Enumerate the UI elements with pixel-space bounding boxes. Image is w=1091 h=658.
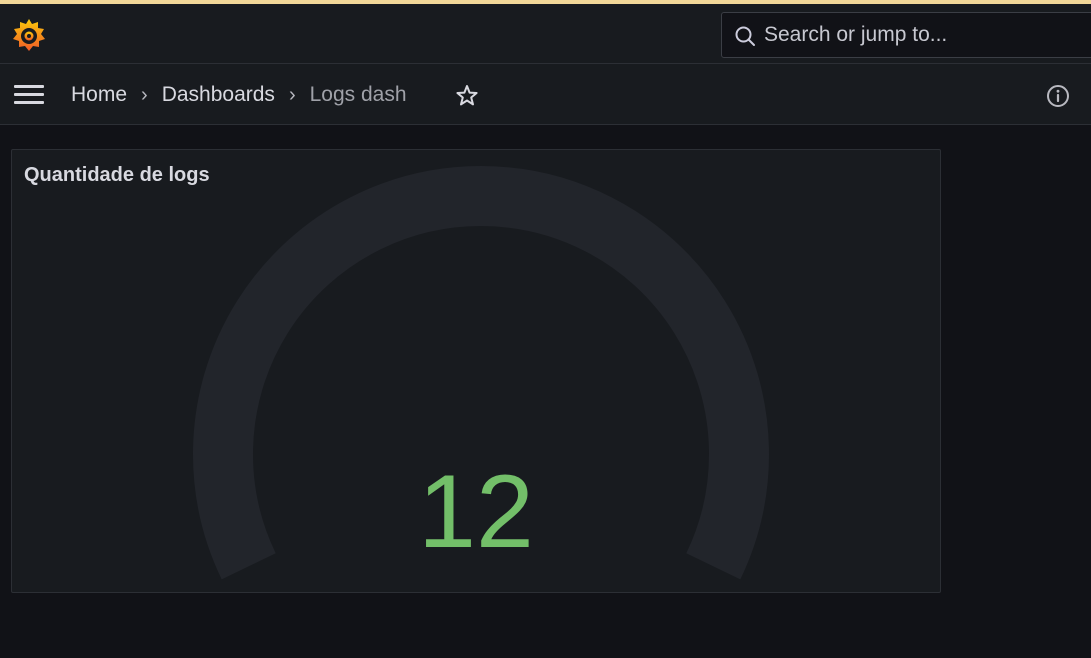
breadcrumb-separator-icon: ›: [288, 83, 296, 106]
star-icon[interactable]: [454, 83, 480, 109]
breadcrumb-current: Logs dash: [309, 83, 407, 106]
hamburger-menu-icon[interactable]: [12, 82, 46, 108]
grafana-logo-icon[interactable]: [10, 16, 48, 54]
breadcrumb-dashboards[interactable]: Dashboards: [162, 83, 275, 107]
info-icon[interactable]: [1045, 83, 1071, 109]
search-icon: [735, 26, 755, 46]
gauge-panel[interactable]: Quantidade de logs 12: [11, 149, 941, 593]
breadcrumb-separator-icon: ›: [141, 83, 148, 106]
top-bar: [0, 4, 1091, 64]
breadcrumb-home[interactable]: Home: [71, 83, 127, 107]
search-input[interactable]: [764, 13, 1084, 57]
dashboard-nav-bar: Home › Dashboards › Logs dash: [0, 64, 1091, 125]
breadcrumb: Home › Dashboards › Logs dash: [71, 80, 407, 110]
search-box[interactable]: [721, 12, 1091, 58]
gauge-value: 12: [418, 454, 534, 570]
